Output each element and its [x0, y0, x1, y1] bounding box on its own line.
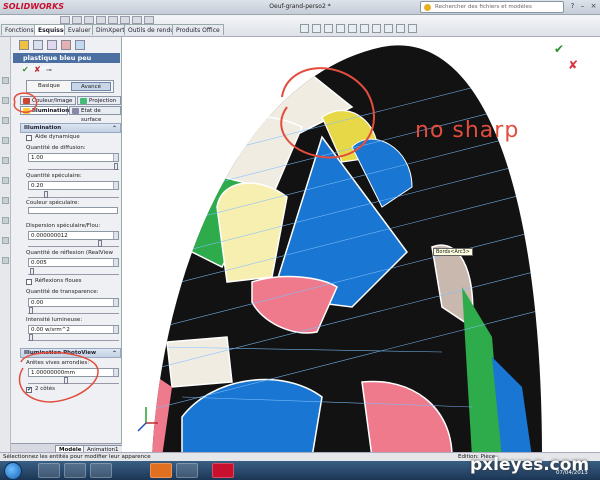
undo-icon[interactable] — [108, 16, 118, 24]
red-annotation-marks — [13, 92, 99, 403]
tab-evaluer[interactable]: Evaluer — [64, 24, 95, 35]
strip-icon[interactable] — [2, 177, 9, 184]
new-icon[interactable] — [60, 16, 70, 24]
strip-icon[interactable] — [2, 257, 9, 264]
ie-icon[interactable] — [38, 463, 60, 478]
scene-icon[interactable] — [396, 24, 405, 33]
taskbar-clock: 07/04/2013 — [556, 470, 588, 476]
section-view-icon[interactable] — [336, 24, 345, 33]
task-pane-strip — [0, 37, 11, 457]
strip-icon[interactable] — [2, 97, 9, 104]
status-left: Sélectionnez les entités pour modifier l… — [3, 454, 151, 460]
strip-icon[interactable] — [2, 117, 9, 124]
tab-outils-de-rendu[interactable]: Outils de rendu — [124, 24, 179, 35]
edit-appearance-icon[interactable] — [384, 24, 393, 33]
pushpin-icon[interactable]: ⊸ — [46, 65, 52, 75]
dimxpert-icon[interactable] — [61, 40, 71, 50]
cancel-icon[interactable]: ✘ — [34, 65, 41, 75]
view-settings-icon[interactable] — [408, 24, 417, 33]
edge-tooltip: Bords<Arc3> — [433, 248, 473, 256]
panel-icon-bar — [11, 38, 122, 52]
photoshop-icon[interactable] — [176, 463, 198, 478]
explorer-icon[interactable] — [64, 463, 86, 478]
minimize-icon[interactable]: – — [578, 2, 587, 11]
search-input[interactable]: Rechercher des fichiers et modèles — [420, 1, 564, 13]
media-icon[interactable] — [90, 463, 112, 478]
configuration-icon[interactable] — [47, 40, 57, 50]
zoom-area-icon[interactable] — [312, 24, 321, 33]
zoom-fit-icon[interactable] — [300, 24, 309, 33]
ok-icon[interactable]: ✔ — [22, 65, 29, 75]
strip-icon[interactable] — [2, 217, 9, 224]
panel-title: plastique bleu peu brillant — [13, 53, 120, 72]
ok-cancel-row: ✔ ✘ ⊸ — [20, 65, 100, 75]
view-orientation-icon[interactable] — [348, 24, 357, 33]
save-icon[interactable] — [84, 16, 94, 24]
help-icon[interactable]: ? — [568, 2, 577, 11]
property-manager-icon[interactable] — [33, 40, 43, 50]
firefox-icon[interactable] — [150, 463, 172, 478]
handwritten-annotation: no sharp — [415, 118, 520, 143]
close-icon[interactable]: × — [589, 2, 598, 11]
bottom-tabs: Modèle Animation1 — [11, 443, 123, 453]
open-icon[interactable] — [72, 16, 82, 24]
start-button[interactable] — [4, 462, 22, 480]
print-icon[interactable] — [96, 16, 106, 24]
strip-icon[interactable] — [2, 137, 9, 144]
solidworks-icon[interactable] — [212, 463, 234, 478]
confirm-cancel-icon[interactable]: ✘ — [568, 58, 578, 72]
display-manager-icon[interactable] — [75, 40, 85, 50]
confirm-ok-icon[interactable]: ✔ — [554, 42, 564, 56]
search-placeholder: Rechercher des fichiers et modèles — [435, 4, 532, 10]
graphics-viewport[interactable]: ✔ ✘ — [122, 37, 600, 457]
feature-tree-icon[interactable] — [19, 40, 29, 50]
hide-show-icon[interactable] — [372, 24, 381, 33]
view-toolbar — [300, 24, 420, 36]
tab-produits-office[interactable]: Produits Office — [172, 24, 224, 35]
options-icon[interactable] — [144, 16, 154, 24]
tab-fonctions[interactable]: Fonctions — [1, 24, 38, 35]
strip-icon[interactable] — [2, 237, 9, 244]
previous-view-icon[interactable] — [324, 24, 333, 33]
strip-icon[interactable] — [2, 157, 9, 164]
select-icon[interactable] — [120, 16, 130, 24]
rebuild-icon[interactable] — [132, 16, 142, 24]
display-style-icon[interactable] — [360, 24, 369, 33]
egg-model[interactable]: ✔ ✘ — [122, 37, 600, 457]
search-icon — [424, 4, 431, 11]
strip-icon[interactable] — [2, 77, 9, 84]
strip-icon[interactable] — [2, 197, 9, 204]
